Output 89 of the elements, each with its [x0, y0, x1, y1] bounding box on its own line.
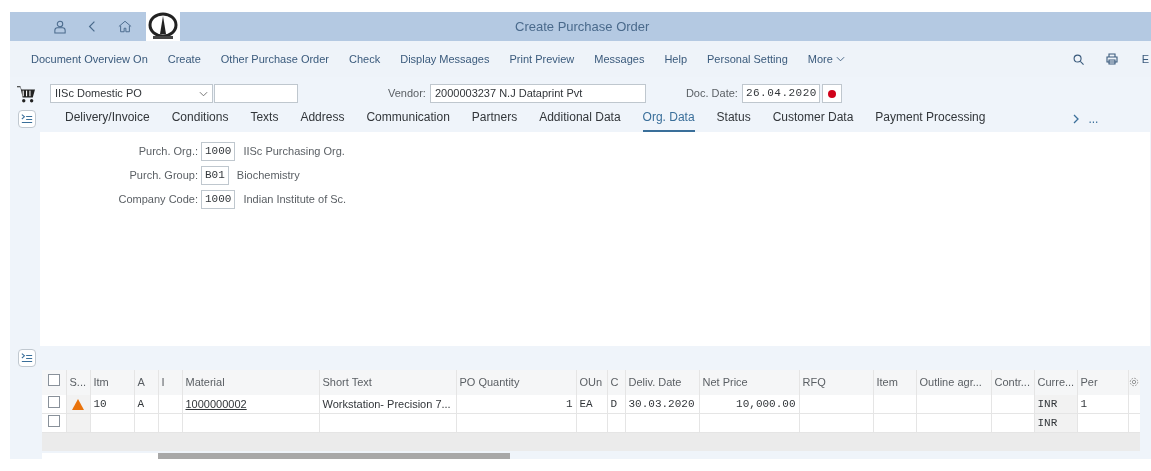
column-header[interactable]: C	[607, 369, 625, 395]
field-label: Company Code:	[117, 192, 198, 207]
chevron-down-icon	[199, 90, 208, 97]
field-description: Biochemistry	[236, 168, 300, 183]
more-menu[interactable]: More	[807, 50, 845, 68]
tab[interactable]: Status	[716, 108, 751, 133]
field-label: Purch. Org.:	[137, 144, 198, 159]
input-field[interactable]: 1000	[201, 189, 236, 209]
toolbar-button[interactable]: Create	[167, 50, 201, 68]
column-header[interactable]: S...	[66, 369, 90, 395]
tab[interactable]: Delivery/Invoice	[65, 108, 150, 133]
checkbox[interactable]	[47, 414, 60, 427]
table-cell: 10	[93, 397, 107, 410]
toolbar-button[interactable]: Print Preview	[509, 50, 575, 68]
column-header[interactable]: Net Price	[699, 369, 799, 395]
column-header[interactable]: A	[134, 369, 158, 395]
tab[interactable]: Address	[300, 108, 345, 133]
po-number-field[interactable]	[214, 84, 298, 104]
collapse-button[interactable]	[18, 348, 36, 367]
material-link[interactable]: 1000000002	[185, 397, 247, 410]
warning-icon	[72, 399, 84, 411]
column-header[interactable]: Material	[182, 369, 319, 395]
table-cell: 1	[1080, 397, 1088, 410]
table-cell: A	[137, 397, 145, 410]
tab[interactable]: Communication	[366, 108, 450, 133]
vendor-field[interactable]: 2000003237 N.J Dataprint Pvt	[429, 84, 646, 104]
tab[interactable]: Texts	[250, 108, 279, 133]
status-light-icon	[825, 87, 838, 100]
tab[interactable]: Customer Data	[772, 108, 854, 133]
expand-icon	[21, 351, 33, 364]
search-icon[interactable]	[1072, 53, 1084, 65]
scrollbar-thumb[interactable]	[158, 453, 510, 459]
status-button[interactable]	[821, 84, 842, 104]
po-type-dropdown[interactable]: IISc Domestic PO	[50, 84, 213, 104]
input-field[interactable]: B01	[201, 165, 229, 185]
toolbar-button[interactable]: Check	[349, 50, 381, 68]
table-cell: Workstation- Precision 7...	[322, 397, 451, 410]
table-cell: 10,000.00	[736, 397, 796, 410]
checkbox[interactable]	[47, 373, 60, 386]
cart-icon[interactable]	[17, 84, 35, 103]
toolbar-button[interactable]: Document Overview On	[31, 50, 148, 68]
column-header[interactable]: Outline agr...	[916, 369, 991, 395]
toolbar-button[interactable]: Other Purchase Order	[220, 50, 329, 68]
column-header[interactable]: RFQ	[799, 369, 873, 395]
tab[interactable]: Payment Processing	[875, 108, 986, 133]
checkbox[interactable]	[47, 395, 60, 408]
table-cell: INR	[1037, 397, 1058, 410]
chevron-right-icon[interactable]	[1073, 114, 1080, 125]
settings-icon[interactable]	[1128, 377, 1139, 387]
toolbar-button[interactable]: Messages	[594, 50, 645, 68]
column-header[interactable]: Short Text	[319, 369, 456, 395]
input-field[interactable]: 1000	[201, 141, 236, 161]
toolbar-button[interactable]: E	[1141, 50, 1149, 68]
overflow-menu[interactable]: ...	[1088, 110, 1099, 129]
doc-date-label: Doc. Date:	[685, 86, 738, 102]
table-cell: EA	[579, 397, 593, 410]
user-icon[interactable]	[54, 19, 66, 34]
toolbar-button[interactable]: Display Messages	[400, 50, 490, 68]
doc-date-field[interactable]: 26.04.2020	[741, 84, 820, 104]
field-label: Purch. Group:	[128, 168, 198, 183]
table-cell: 30.03.2020	[628, 397, 695, 410]
window-title: Create Purchase Order	[515, 17, 650, 36]
column-header[interactable]: Per	[1077, 369, 1128, 395]
table-cell: 1	[565, 397, 573, 410]
column-header[interactable]: OUn	[576, 369, 607, 395]
chevron-down-icon	[835, 56, 845, 62]
column-header[interactable]: Itm	[90, 369, 134, 395]
column-header[interactable]: Curre...	[1034, 369, 1077, 395]
collapse-button[interactable]	[18, 110, 36, 129]
column-header[interactable]: I	[158, 369, 182, 395]
column-header[interactable]: PO Quantity	[456, 369, 576, 395]
toolbar-button[interactable]: Personal Setting	[707, 50, 788, 68]
emblem-logo	[146, 12, 180, 41]
tab[interactable]: Partners	[471, 108, 518, 133]
back-icon[interactable]	[88, 20, 96, 33]
table-cell: D	[610, 397, 618, 410]
field-description: IISc Purchasing Org.	[243, 144, 345, 159]
table-cell: INR	[1037, 416, 1058, 429]
vendor-label: Vendor:	[388, 86, 426, 102]
tab[interactable]: Conditions	[171, 108, 229, 133]
expand-icon	[21, 113, 33, 126]
column-header[interactable]: Item	[873, 369, 916, 395]
column-header[interactable]: Deliv. Date	[625, 369, 699, 395]
tab[interactable]: Additional Data	[539, 108, 621, 133]
field-description: Indian Institute of Sc.	[243, 192, 347, 207]
toolbar-button[interactable]: Help	[664, 50, 688, 68]
column-header[interactable]: Contr...	[991, 369, 1034, 395]
home-icon[interactable]	[118, 20, 132, 33]
print-icon[interactable]	[1105, 53, 1118, 65]
